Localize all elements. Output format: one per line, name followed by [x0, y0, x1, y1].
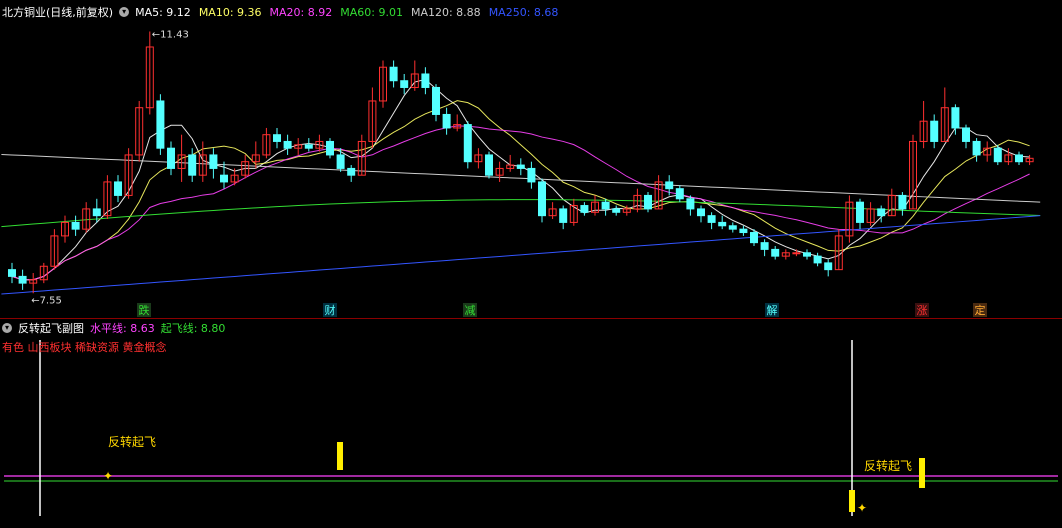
ma-legend-item: MA120: 8.88 [410, 5, 481, 19]
concept-tags: 有色 山西板块 稀缺资源 黄金概念 [2, 341, 167, 354]
settings-icon[interactable]: ▾ [119, 7, 130, 17]
ma-legend: MA5: 9.12 MA10: 9.36 MA20: 8.92 MA60: 9.01 M… [135, 6, 558, 19]
ma-legend-item: MA10: 9.36 [198, 5, 262, 19]
level-label: 水平线: 8.63 [90, 322, 155, 335]
ma-legend-item: MA5: 9.12 [135, 5, 191, 19]
signal-label: 反转起飞 [108, 434, 156, 449]
ma-legend-item: MA60: 9.01 [340, 5, 403, 19]
butterfly-icon: ✦ [857, 501, 867, 515]
signal-bar [919, 458, 925, 488]
signal-bar [849, 490, 855, 512]
signal-label: 反转起飞 [864, 458, 912, 473]
signal-bar [337, 442, 343, 470]
main-legend: 北方铜业(日线,前复权) ▾ MA5: 9.12 MA10: 9.36 MA20: … [2, 4, 558, 20]
sub-title: 反转起飞副图 [18, 322, 84, 335]
collapse-icon[interactable]: ▾ [2, 323, 12, 333]
takeoff-label: 起飞线: 8.80 [160, 322, 226, 335]
sub-chart[interactable]: ✦✦反转起飞反转起飞 [0, 0, 1062, 528]
ma-legend-item: MA250: 8.68 [488, 5, 559, 19]
main-title: 北方铜业(日线,前复权) [2, 6, 114, 19]
butterfly-icon: ✦ [103, 469, 113, 483]
sub-legend: ▾ 反转起飞副图 水平线: 8.63 起飞线: 8.80 [2, 320, 225, 336]
ma-legend-item: MA20: 8.92 [269, 5, 333, 19]
